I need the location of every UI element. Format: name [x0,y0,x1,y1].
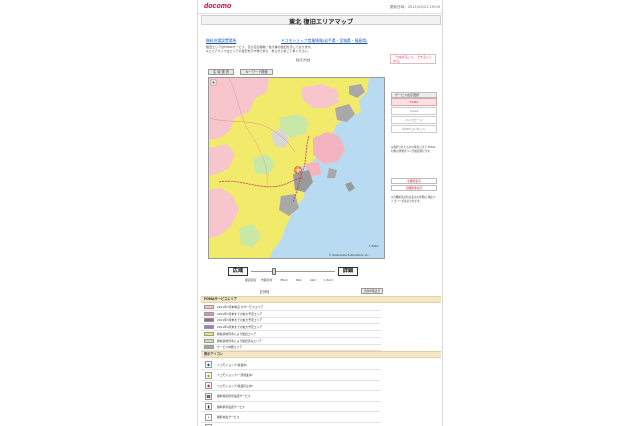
shop-open-icon: ◆ [205,361,212,368]
legend-swatch [204,311,214,316]
map-graphic [209,78,384,258]
legend-label: 2011年4月末までの拡大予定エリア [217,325,263,330]
zoom-level-label[interactable]: 8km [296,278,302,282]
description-line-2: ※エリアマップはエリアの目安を示す物であり、あらかじめご了承ください。 [206,49,311,53]
legend-swatch [204,318,214,323]
display-method-label: 【表示方法】 [294,58,313,62]
icon-legend-row: ☎ 無料衛星携帯電話サービス [201,391,381,402]
update-timestamp: 更新日時：2011/03/21 19:00 [389,5,440,9]
zoom-level-label[interactable]: 1.5km [324,278,333,282]
icon-legend-row: ▲伝統衛星携帯 [201,422,381,426]
legend-title: 【凡例】 [258,290,271,294]
service-mova-button[interactable]: mova [391,107,437,115]
icon-legend-row: ▮ 無料携帯電話サービス [201,401,381,412]
icon-legend-label: 無料充電サービス [217,415,240,419]
icon-legend-row: ◆ ドコモショップ(営業停止中) [201,380,381,391]
icon-legend-row: ◆ ドコモショップ(営業中) [201,359,381,370]
zoom-control-icon[interactable] [210,79,217,86]
legend-print-button[interactable]: 凡例印刷表示 [361,288,383,294]
legend-label: 2011年3月末までの拡大予定エリア [217,311,263,316]
service-note: ※選択されたものの黄色いまで FOMA対象の状態をリング確認頂けます。 [391,146,436,153]
zoom-bar: 広域 詳細 都道府県 市区町村 35km 8km 4km 1.5km [228,267,358,285]
shop-partial-icon: ◆ [205,371,212,379]
zoom-slider-handle[interactable] [272,268,276,275]
zoom-in-button[interactable]: 詳細 [338,267,358,276]
tab-wide-select[interactable]: 広 域 選 択 [208,69,234,75]
zoom-track[interactable] [251,271,335,272]
title-bar: 東北 復旧エリアマップ [201,15,441,26]
legend-label: 2011年3月末時点 のサービスエリア [217,305,264,309]
page-frame: docomo 更新日時：2011/03/21 19:00 東北 復旧エリアマップ… [197,0,443,426]
legend-swatch [204,338,214,343]
slogan-banner[interactable]: 「つながる」に、できることから。 [390,54,436,64]
location-marker-icon[interactable] [294,166,302,174]
coverage-map[interactable] [208,77,385,259]
service-foma-button[interactable]: FOMA [391,98,437,106]
icon-legend-label: ドコモショップ(営業停止中) [217,383,253,388]
legend-label: 移動基地局車により復旧済みエリア [217,338,262,343]
zoom-level-label[interactable]: 市区町村 [261,278,272,282]
page-title: 東北 復旧エリアマップ [288,19,354,26]
display-note: ※全機能表示時は表示の状態は 特定カテゴリーが表示されます。 [391,196,436,203]
icon-legend-row: ◆ ドコモショップ(一部営業中) [201,370,381,381]
service-highspeed-button[interactable]: ハイスピード [391,116,437,124]
icon-legend-label: ドコモショップ(一部営業中) [217,373,253,377]
icon-legend-label: ドコモショップ(営業中) [217,362,248,367]
foma-area-section-header: FOMAサービスエリア [201,296,441,303]
shop-closed-icon: ◆ [205,382,212,389]
docomo-logo[interactable]: docomo [204,3,231,10]
legend-swatch [204,325,214,330]
legend-label: 移動基地局車により復旧エリア [217,331,257,336]
hide-all-button[interactable]: 全機能非表示 [391,185,437,191]
show-all-button[interactable]: 全機能表示 [391,178,437,184]
icon-section-header: 表示アイコン [201,351,441,358]
legend-swatch [204,345,214,350]
zoom-level-label[interactable]: 4km [310,278,316,282]
charging-icon: ⚡ [205,413,212,421]
map-scale: 1:50km [369,245,379,248]
mobile-phone-icon: ▮ [205,403,212,410]
docomo-shop-link[interactable]: ドコモショップ営業情報(岩手県・宮城県・福島県) [281,38,368,44]
icon-legend-row: ⚡ 無料充電サービス [201,412,381,423]
service-xi-button[interactable]: Xi/ITCコンセット [391,125,437,133]
legend-swatch [204,305,214,309]
icon-legend-label: 無料衛星携帯電話サービス [217,394,251,398]
legend-label: サービス中断エリア [217,345,243,350]
zoom-out-button[interactable]: 広域 [228,267,248,276]
satellite-phone-icon: ☎ [205,392,212,400]
tab-keyword-search[interactable]: キーワード検索 [240,69,273,75]
legend-swatch [204,331,214,336]
top-bar: docomo 更新日時：2011/03/21 19:00 [198,0,442,14]
icon-legend-label: 無料携帯電話サービス [217,404,245,409]
zoom-level-label[interactable]: 都道府県 [245,278,256,282]
free-charging-link[interactable]: 無料充電設置場所 [206,38,236,44]
map-credit: © Shobunsha Publications, Inc. [329,254,370,257]
zoom-level-label[interactable]: 35km [280,278,288,282]
legend-label: 2011年3月末までの拡大予定エリア [217,318,263,323]
